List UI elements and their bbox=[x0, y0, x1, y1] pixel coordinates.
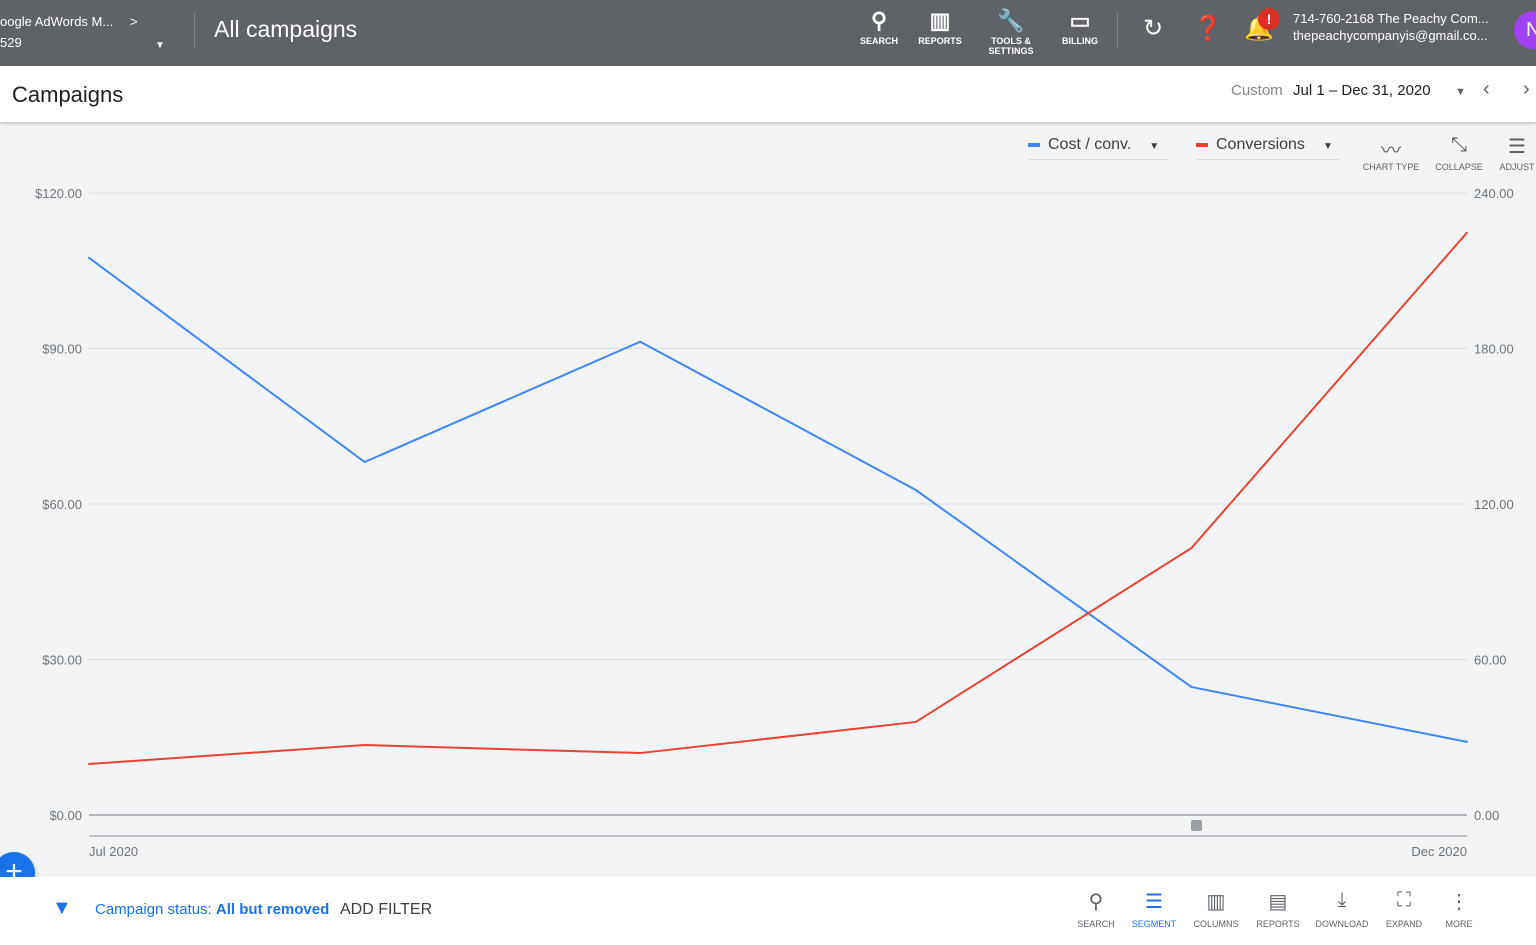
reports-button[interactable]: ▤ REPORTS bbox=[1245, 889, 1311, 929]
filter-prefix: Campaign status: bbox=[95, 901, 212, 918]
series-line-conversions bbox=[88, 231, 1468, 765]
data-point bbox=[1190, 685, 1193, 688]
data-point bbox=[639, 340, 642, 343]
filter-value: All but removed bbox=[215, 901, 330, 918]
line-chart: $0.00 0.00 $30.00 60.00 $60.00 120.00 $90.00 18… bbox=[35, 186, 1514, 859]
search-icon: ⚲ bbox=[1088, 891, 1104, 913]
y-right-tick: 60.00 bbox=[1474, 653, 1507, 668]
label: MORE bbox=[1445, 919, 1473, 929]
columns-icon: ▥ bbox=[1206, 891, 1226, 913]
scrollbar-handle bbox=[1191, 820, 1202, 831]
segment-button[interactable]: ☰ SEGMENT bbox=[1121, 889, 1187, 929]
data-point bbox=[914, 489, 917, 492]
segment-icon: ☰ bbox=[1145, 891, 1163, 913]
data-point bbox=[363, 461, 366, 464]
download-button[interactable]: ⤓ DOWNLOAD bbox=[1309, 889, 1375, 929]
reports-icon: ▤ bbox=[1268, 891, 1288, 913]
more-vert-icon: ⋮ bbox=[1449, 891, 1469, 913]
y-left-tick: $120.00 bbox=[35, 186, 82, 201]
data-point bbox=[914, 720, 917, 723]
y-left-tick: $30.00 bbox=[42, 653, 82, 668]
data-point bbox=[1466, 740, 1468, 743]
columns-button[interactable]: ▥ COLUMNS bbox=[1183, 889, 1249, 929]
more-button[interactable]: ⋮ MORE bbox=[1426, 889, 1492, 929]
y-left-tick: $60.00 bbox=[42, 497, 82, 512]
data-point bbox=[363, 744, 366, 747]
filter-bar: ▼ Campaign status: All but removed ADD F… bbox=[0, 877, 1536, 945]
y-right-tick: 0.00 bbox=[1474, 808, 1499, 823]
data-point bbox=[639, 752, 642, 755]
filter-icon: ▼ bbox=[52, 897, 72, 919]
y-left-tick: $90.00 bbox=[42, 342, 82, 357]
campaign-status-filter[interactable]: Campaign status: All but removed bbox=[95, 901, 329, 918]
y-left-tick: $0.00 bbox=[49, 808, 82, 823]
label: SEARCH bbox=[1077, 919, 1115, 929]
search-button[interactable]: ⚲ SEARCH bbox=[1063, 889, 1129, 929]
y-right-tick: 240.00 bbox=[1474, 186, 1514, 201]
data-point bbox=[88, 256, 90, 259]
label: DOWNLOAD bbox=[1315, 919, 1369, 929]
data-point bbox=[1466, 231, 1468, 234]
series-line-cost-per-conv bbox=[88, 256, 1468, 743]
download-icon: ⤓ bbox=[1337, 889, 1347, 911]
x-start-label: Jul 2020 bbox=[89, 844, 138, 859]
label: REPORTS bbox=[1256, 919, 1300, 929]
data-point bbox=[1190, 547, 1193, 550]
x-end-label: Dec 2020 bbox=[1411, 844, 1467, 859]
y-right-tick: 120.00 bbox=[1474, 497, 1514, 512]
data-point bbox=[88, 762, 90, 765]
y-right-tick: 180.00 bbox=[1474, 342, 1514, 357]
label: COLUMNS bbox=[1193, 919, 1239, 929]
label: SEGMENT bbox=[1131, 919, 1177, 929]
add-filter-button[interactable]: ADD FILTER bbox=[340, 901, 432, 919]
